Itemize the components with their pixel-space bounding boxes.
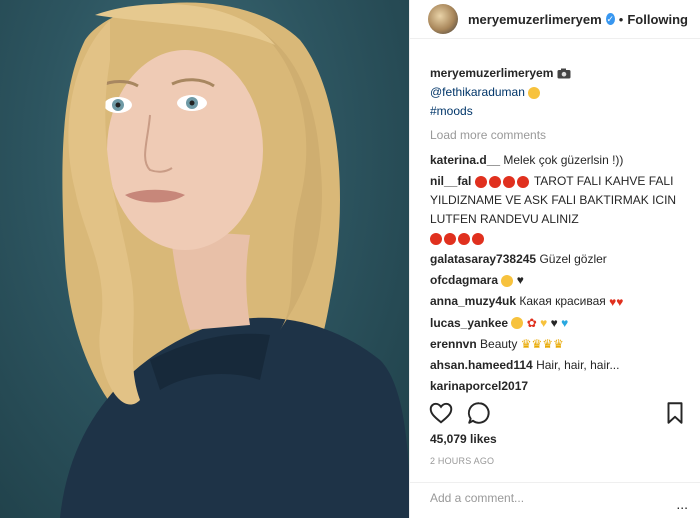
comment: ofcdagmara ♥: [430, 271, 680, 290]
add-comment-field[interactable]: Add a comment...: [410, 482, 700, 513]
red-circle-icon: [502, 175, 515, 188]
verified-icon: ✓: [605, 13, 615, 25]
comment-user[interactable]: ahsan.hameed114: [430, 358, 533, 372]
post-timestamp[interactable]: 2 HOURS AGO: [430, 456, 494, 466]
more-options-button[interactable]: ...: [676, 496, 688, 512]
comment-text: Güzel gözler: [539, 252, 607, 266]
red-circle-icon: [516, 175, 529, 188]
portrait-illustration: [60, 2, 409, 518]
post-header: meryemuzerlimeryem ✓ • Following: [410, 0, 700, 39]
red-circle-icon: [472, 232, 484, 245]
comment: katerina.d__ Melek çok güzerlsin !)): [430, 151, 680, 170]
comment: galatasaray738245 Güzel gözler: [430, 250, 680, 269]
comment: karinaporcel2017 ♥♥♥♥♥♥♥♥♥♥♥♥♥♥♥♥♥♥♥♥♥♥♥…: [430, 377, 680, 394]
comments-list[interactable]: meryemuzerlimeryem @fethikaraduman #mood…: [410, 46, 700, 394]
comment-user[interactable]: karinaporcel2017: [430, 379, 528, 393]
black-heart-icon: ♥: [550, 315, 558, 330]
heart-emoji-icon: ♥: [609, 294, 617, 309]
comment-user[interactable]: lucas_yankee: [430, 316, 508, 330]
post-sidebar: meryemuzerlimeryem ✓ • Following meryemu…: [409, 0, 700, 518]
comment: lucas_yankee ✿ ♥ ♥ ♥: [430, 314, 680, 333]
comment: anna_muzy4uk Какая красивая ♥♥: [430, 292, 680, 311]
comment-icon[interactable]: [466, 400, 492, 426]
caption-hashtag[interactable]: #moods: [430, 104, 473, 118]
comment-user[interactable]: nil__fal: [430, 174, 471, 188]
rose-emoji-icon: ✿: [526, 315, 537, 330]
camera-icon: [557, 68, 571, 79]
following-button[interactable]: Following: [627, 12, 688, 27]
instagram-post: meryemuzerlimeryem ✓ • Following meryemu…: [0, 0, 700, 518]
comment: erennvn Beauty ♛♛♛♛: [430, 335, 680, 354]
caption-username[interactable]: meryemuzerlimeryem: [430, 66, 553, 80]
heart-icon[interactable]: [428, 400, 454, 426]
comment-text: Beauty: [480, 336, 518, 351]
comment-user[interactable]: erennvn: [430, 337, 477, 351]
comment-user[interactable]: galatasaray738245: [430, 252, 536, 266]
likes-count[interactable]: 45,079 likes: [430, 432, 497, 446]
comment-text: Hair, hair, hair...: [536, 358, 620, 373]
smiley-emoji-icon: [511, 317, 524, 330]
black-heart-icon: ♥: [516, 273, 524, 288]
red-circle-icon: [474, 175, 487, 188]
header-username[interactable]: meryemuzerlimeryem: [468, 12, 602, 27]
red-circle-icon: [488, 175, 501, 188]
red-circle-icon: [458, 232, 470, 245]
heart-eyes-emoji-icon: [501, 274, 514, 287]
bookmark-icon[interactable]: [662, 400, 688, 426]
comment-user[interactable]: anna_muzy4uk: [430, 294, 516, 308]
caption: meryemuzerlimeryem @fethikaraduman #mood…: [430, 64, 680, 121]
comment-user[interactable]: katerina.d__: [430, 153, 500, 167]
avatar[interactable]: [428, 4, 458, 34]
blue-heart-icon: ♥: [561, 315, 569, 330]
comment-text: Melek çok güzerlsin !)): [503, 153, 624, 167]
heart-emoji-icon: ♥: [616, 294, 624, 309]
load-more-comments[interactable]: Load more comments: [430, 126, 680, 145]
kiss-emoji-icon: [528, 86, 541, 99]
crown-emoji-icon: ♛♛♛♛: [520, 337, 564, 352]
red-circle-icon: [430, 232, 442, 245]
comment: nil__fal TAROT FALI KAHVE FALI YILDIZNAM…: [430, 172, 680, 248]
post-photo[interactable]: [0, 0, 409, 518]
comment: ahsan.hameed114 Hair, hair, hair...: [430, 356, 680, 375]
yellow-heart-icon: ♥: [540, 315, 548, 330]
red-circle-icon: [444, 232, 456, 245]
post-actions: [428, 400, 688, 426]
comment-text: Какая красивая: [519, 294, 606, 309]
comment-user[interactable]: ofcdagmara: [430, 273, 498, 287]
caption-mention[interactable]: @fethikaraduman: [430, 85, 525, 99]
separator-dot: •: [618, 11, 624, 27]
